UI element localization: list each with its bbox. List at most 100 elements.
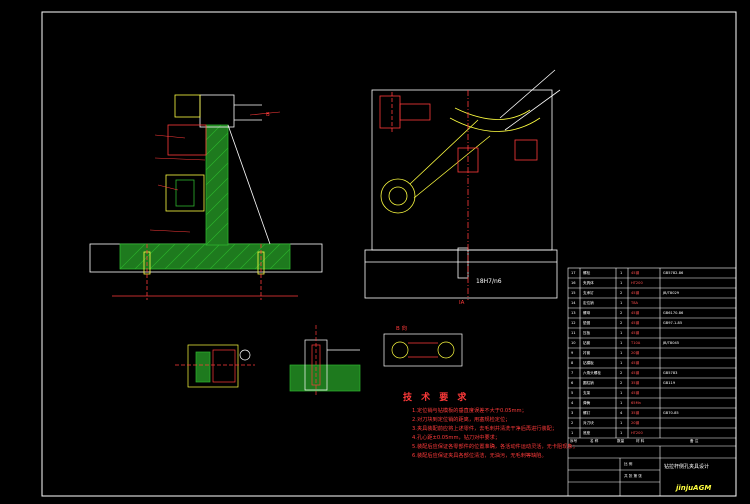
bom-cell-no: 8: [571, 360, 574, 365]
bom-cell-material: 20钢: [631, 350, 640, 355]
bom-cell-material: HT200: [631, 430, 643, 435]
bom-header-name: 名 称: [590, 439, 599, 443]
plan-view: [364, 69, 561, 300]
bom-cell-name: 定位销: [583, 300, 594, 305]
technical-note: 2.对刀块到定位销的距离，用塞规检定位；: [412, 417, 511, 423]
bom-cell-name: 对刀块: [583, 420, 594, 425]
bom-cell-qty: 1: [620, 330, 623, 335]
bom-cell-note: GB119: [663, 380, 676, 385]
bom-cell-material: 45钢: [631, 390, 640, 395]
bom-header-no: 序号: [570, 439, 578, 443]
bom-header-note: 备 注: [690, 439, 699, 443]
bom-cell-material: 35钢: [631, 410, 640, 415]
section-mark: IA: [459, 300, 465, 306]
front-view: [89, 94, 323, 300]
bom-cell-qty: 2: [620, 370, 623, 375]
bom-cell-no: 13: [571, 310, 576, 315]
bom-cell-name: 压板: [583, 330, 591, 335]
side-marker: B: [266, 112, 270, 118]
bom-cell-no: 17: [571, 270, 576, 275]
bom-cell-name: 底座: [583, 430, 591, 435]
bom-cell-name: 圆柱销: [583, 380, 594, 385]
bom-cell-name: 支架: [583, 390, 591, 395]
bom-cell-note: GB97.1-85: [663, 320, 683, 325]
bom-cell-note: GB6170-86: [663, 310, 684, 315]
detail-view-2: [289, 325, 361, 395]
fit-tolerance: 18H7/n6: [476, 278, 502, 285]
sheet-label: 共 张 第 张: [624, 474, 642, 478]
bom-cell-no: 14: [571, 300, 576, 305]
technical-note: 6.装配后应保证夹具各部位清洁，无油污，无毛刺等缺陷。: [412, 453, 547, 459]
bom-cell-qty: 2: [620, 310, 623, 315]
bom-cell-material: T8A: [631, 300, 638, 305]
technical-note: 4.孔心距±0.05mm，钻刀对中要求；: [412, 435, 501, 441]
bom-header-material: 材 料: [636, 439, 645, 443]
bom-cell-material: T10A: [631, 340, 641, 345]
bom-cell-no: 4: [571, 400, 574, 405]
bom-cell-qty: 1: [620, 390, 623, 395]
bom-cell-no: 2: [571, 420, 574, 425]
bom-cell-material: 35钢: [631, 380, 640, 385]
bom-cell-no: 10: [571, 340, 576, 345]
bom-cell-name: 弹簧: [583, 400, 591, 405]
bom-cell-material: 45钢: [631, 270, 640, 275]
design-title: 钻拉杆侧孔夹具设计: [664, 464, 710, 470]
bom-cell-no: 16: [571, 280, 576, 285]
technical-note: 5.装配后应保证各零部件的位置准确，各活动件运动灵活，无卡阻现象；: [412, 444, 578, 450]
logo: jinjuAGM: [676, 484, 712, 492]
bom-cell-material: 45钢: [631, 360, 640, 365]
bom-cell-qty: 1: [620, 420, 623, 425]
bom-cell-material: 45钢: [631, 320, 640, 325]
bom-cell-name: 六角头螺栓: [583, 370, 601, 375]
bom-cell-no: 1: [571, 430, 574, 435]
bom-cell-qty: 1: [620, 360, 623, 365]
bom-cell-material: 20钢: [631, 420, 640, 425]
bom-cell-qty: 2: [620, 380, 623, 385]
technical-note: 3.夹具装配前应将上述零件，去毛刺并清洗干净后再进行装配；: [412, 426, 558, 432]
bom-cell-material: 45钢: [631, 370, 640, 375]
bom-cell-note: GB5782-86: [663, 270, 684, 275]
bom-cell-name: 支承钉: [583, 290, 594, 295]
bom-cell-name: 衬套: [583, 350, 591, 355]
bom-cell-qty: 1: [620, 350, 623, 355]
bom-cell-qty: 2: [620, 320, 623, 325]
bom-cell-name: 钻模板: [583, 360, 594, 365]
bom-cell-name: 夹具体: [583, 280, 594, 285]
bom-cell-qty: 2: [620, 290, 623, 295]
bom-cell-qty: 1: [620, 300, 623, 305]
bom-cell-qty: 1: [620, 430, 623, 435]
plan-view-body: [371, 89, 553, 251]
technical-requirements-title: 技 术 要 求: [403, 393, 470, 403]
bom-cell-note: GB5783: [663, 370, 678, 375]
bom-cell-material: 45钢: [631, 290, 640, 295]
cad-drawing: B 向 B 18H7/n6 IA 技 术 要 求 1.定位销与钻模板的垂直度误差…: [0, 0, 750, 500]
bom-cell-note: GB70-85: [663, 410, 679, 415]
bom-cell-qty: 1: [620, 400, 623, 405]
bom-cell-material: HT200: [631, 280, 643, 285]
detail-view-1: [175, 344, 255, 388]
bom-cell-material: 45钢: [631, 330, 640, 335]
bom-cell-note: JB/T8045: [663, 340, 680, 345]
bom-cell-no: 7: [571, 370, 574, 375]
bom-cell-name: 螺栓: [583, 270, 591, 275]
bom-cell-qty: 1: [620, 340, 623, 345]
technical-note: 1.定位销与钻模板的垂直度误差不大于0.05mm；: [412, 408, 527, 414]
bom-cell-qty: 4: [620, 410, 623, 415]
bom-cell-no: 5: [571, 390, 574, 395]
bom-cell-name: 螺母: [583, 310, 591, 315]
bom-cell-no: 15: [571, 290, 576, 295]
bom-cell-no: 12: [571, 320, 576, 325]
bom-cell-name: 螺钉: [583, 410, 591, 415]
detail-view-b: [383, 333, 463, 367]
bom-cell-no: 3: [571, 410, 574, 415]
bom-cell-name: 钻套: [583, 340, 591, 345]
bom-cell-name: 垫圈: [583, 320, 591, 325]
bom-cell-no: 6: [571, 380, 574, 385]
bom-header-qty: 数量: [617, 439, 625, 443]
section-view-label: B 向: [396, 326, 408, 332]
bom-cell-material: 65Mn: [631, 400, 641, 405]
bom-cell-qty: 1: [620, 280, 623, 285]
bom-cell-no: 11: [571, 330, 576, 335]
bom-cell-note: JB/T8029: [663, 290, 680, 295]
bom-cell-material: 45钢: [631, 310, 640, 315]
